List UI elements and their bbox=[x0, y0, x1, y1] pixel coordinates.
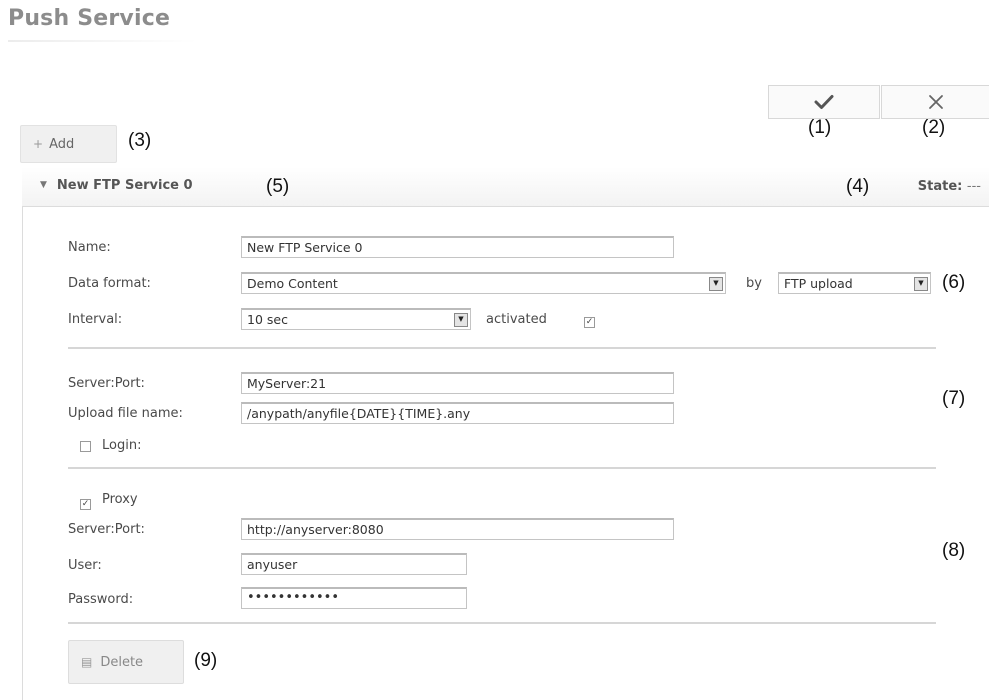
plus-icon: + bbox=[33, 137, 44, 151]
add-button-label: Add bbox=[49, 136, 75, 152]
dropdown-arrow-icon[interactable]: ▼ bbox=[709, 276, 723, 291]
cancel-button[interactable] bbox=[881, 85, 989, 119]
method-value: FTP upload bbox=[784, 276, 853, 291]
proxy-checkbox[interactable]: ✓ bbox=[80, 495, 91, 510]
add-button[interactable]: + Add bbox=[20, 125, 117, 163]
server-port-label: Server:Port: bbox=[68, 376, 145, 391]
annotation-2: (2) bbox=[922, 117, 946, 138]
upload-file-name-label: Upload file name: bbox=[68, 406, 183, 421]
annotation-8: (8) bbox=[942, 540, 966, 561]
proxy-user-input[interactable]: anyuser bbox=[241, 553, 467, 575]
dropdown-arrow-icon[interactable]: ▼ bbox=[914, 276, 928, 291]
interval-label: Interval: bbox=[68, 312, 123, 327]
checkbox-checked-icon: ✓ bbox=[80, 499, 91, 510]
interval-value: 10 sec bbox=[247, 312, 288, 327]
delete-button[interactable]: ▤ Delete bbox=[68, 640, 184, 684]
activated-label: activated bbox=[486, 312, 547, 327]
section-divider bbox=[68, 347, 936, 349]
annotation-7: (7) bbox=[942, 388, 966, 409]
confirm-button[interactable] bbox=[768, 85, 880, 119]
section-divider bbox=[68, 622, 936, 624]
server-port-input[interactable]: MyServer:21 bbox=[241, 372, 674, 394]
login-label: Login: bbox=[102, 438, 142, 453]
name-input[interactable]: New FTP Service 0 bbox=[241, 236, 674, 258]
data-format-select[interactable]: Demo Content ▼ bbox=[241, 272, 726, 294]
proxy-user-label: User: bbox=[68, 558, 102, 573]
dropdown-arrow-icon[interactable]: ▼ bbox=[454, 312, 468, 327]
close-icon bbox=[928, 95, 943, 109]
annotation-3: (3) bbox=[128, 130, 152, 151]
annotation-4: (4) bbox=[846, 176, 870, 197]
delete-button-label: Delete bbox=[100, 654, 144, 670]
checkbox-unchecked-icon bbox=[80, 441, 91, 452]
collapse-triangle-icon: ▼ bbox=[40, 180, 47, 190]
name-label: Name: bbox=[68, 240, 111, 255]
interval-select[interactable]: 10 sec ▼ bbox=[241, 308, 471, 330]
by-label: by bbox=[746, 276, 762, 291]
service-state: State: --- bbox=[918, 179, 981, 194]
annotation-1: (1) bbox=[808, 117, 832, 138]
method-select[interactable]: FTP upload ▼ bbox=[778, 272, 931, 294]
section-divider bbox=[68, 467, 936, 469]
state-label: State: bbox=[917, 179, 963, 194]
trash-icon: ▤ bbox=[81, 655, 93, 669]
proxy-password-input[interactable]: •••••••••••• bbox=[241, 587, 467, 609]
annotation-9: (9) bbox=[194, 650, 218, 671]
data-format-value: Demo Content bbox=[247, 276, 338, 291]
proxy-server-port-label: Server:Port: bbox=[68, 522, 145, 537]
state-value: --- bbox=[966, 179, 981, 194]
proxy-label: Proxy bbox=[102, 492, 138, 507]
page-title: Push Service bbox=[8, 6, 171, 31]
data-format-label: Data format: bbox=[68, 276, 151, 291]
checkmark-icon bbox=[814, 95, 834, 109]
annotation-6: (6) bbox=[942, 272, 966, 293]
proxy-password-label: Password: bbox=[68, 592, 134, 607]
service-title[interactable]: ▼ New FTP Service 0 bbox=[40, 178, 193, 193]
service-title-text: New FTP Service 0 bbox=[56, 178, 193, 193]
upload-file-name-input[interactable]: /anypath/anyfile{DATE}{TIME}.any bbox=[241, 402, 674, 424]
login-checkbox[interactable] bbox=[80, 441, 91, 456]
proxy-server-port-input[interactable]: http://anyserver:8080 bbox=[241, 518, 674, 540]
annotation-5: (5) bbox=[266, 176, 290, 197]
activated-checkbox[interactable]: ✓ bbox=[584, 313, 595, 328]
checkbox-checked-icon: ✓ bbox=[584, 317, 595, 328]
title-underline bbox=[8, 40, 198, 42]
